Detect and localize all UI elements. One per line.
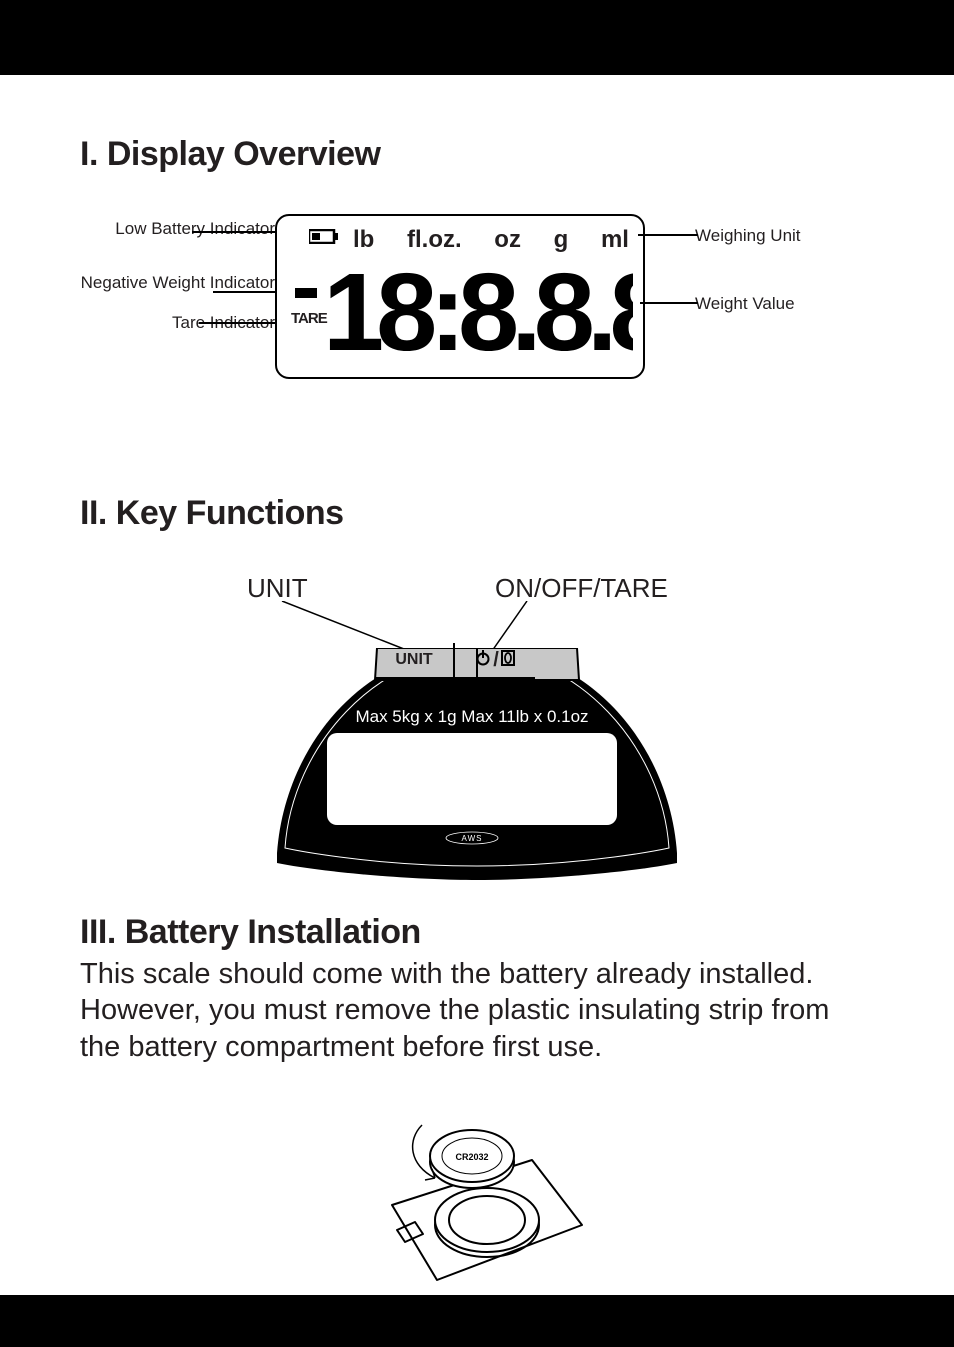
key-label-onofftare: ON/OFF/TARE [495,573,668,604]
display-overview-figure: Low Battery Indicator Negative Weight In… [80,214,870,434]
page-content: I. Display Overview Low Battery Indicato… [0,75,954,1295]
minus-icon [295,288,317,298]
scale-lcd-window [327,733,617,825]
lcd-screen: lb fl.oz. oz g ml TARE 18:8.8.8 [275,214,645,379]
footer-bar [0,1295,954,1347]
battery-icon [309,229,339,249]
svg-text:18:8.8.8: 18:8.8.8 [323,251,633,370]
digit-display: 18:8.8.8 [323,250,633,396]
label-weighing-unit: Weighing Unit [695,226,801,246]
svg-text:AWS: AWS [462,834,483,843]
section-1-heading: I. Display Overview [80,135,874,174]
tare-indicator: TARE [291,310,327,327]
coin-cell-label: CR2032 [455,1152,488,1162]
capacity-text: Max 5kg x 1g Max 11lb x 0.1oz [322,707,622,727]
tare-zero-icon [501,650,515,671]
section-2-heading: II. Key Functions [80,494,874,533]
brand-logo: AWS [445,831,499,845]
label-negative-weight: Negative Weight Indicator [81,274,275,292]
section-3-heading: III. Battery Installation [80,913,874,952]
battery-install-figure: CR2032 [327,1085,627,1295]
label-low-battery: Low Battery Indicator [115,220,275,238]
power-icon [475,650,491,671]
unit-button[interactable]: UNIT [375,643,455,679]
label-weight-value: Weight Value [695,294,795,314]
power-tare-button[interactable]: / [455,643,535,679]
battery-body-text: This scale should come with the battery … [80,956,874,1065]
key-label-unit: UNIT [247,573,308,604]
key-functions-figure: UNIT ON/OFF/TARE UNIT / [227,573,727,883]
header-bar [0,0,954,75]
